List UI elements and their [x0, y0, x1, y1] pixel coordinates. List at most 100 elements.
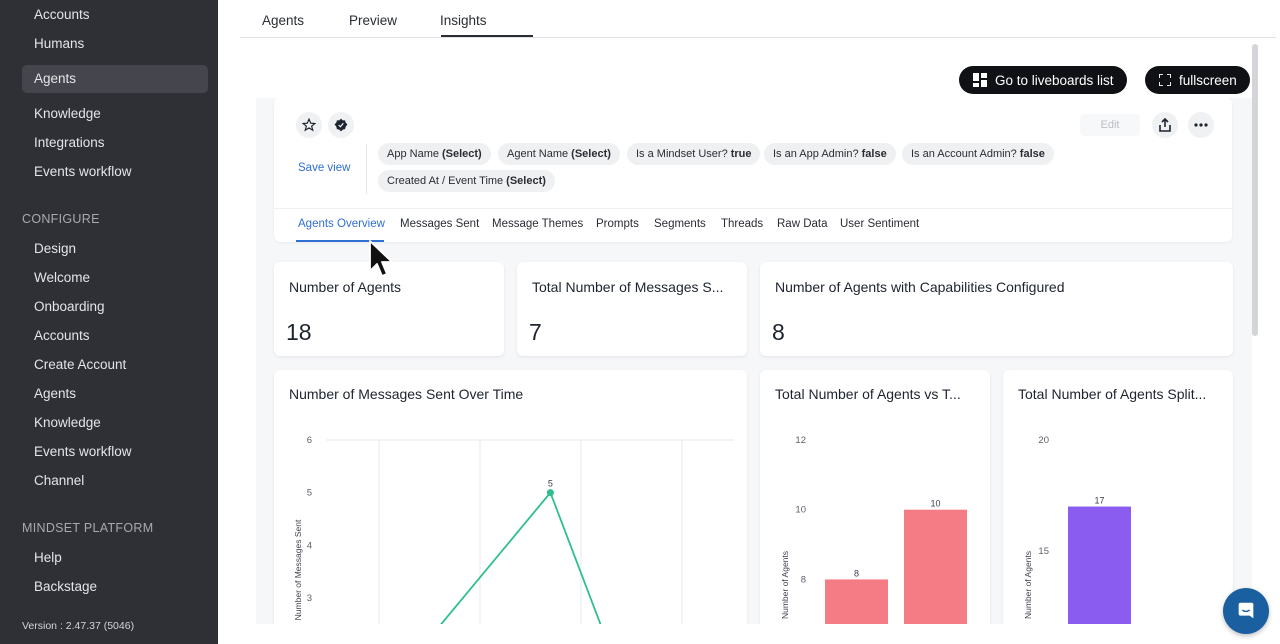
- kpi-card-agents-with-capabilities[interactable]: Number of Agents with Capabilities Confi…: [760, 262, 1233, 356]
- fullscreen-label: fullscreen: [1179, 72, 1237, 88]
- verified-button[interactable]: [328, 112, 354, 138]
- bar: [825, 579, 888, 624]
- star-icon: [302, 118, 316, 132]
- more-options-button[interactable]: [1188, 112, 1214, 138]
- subtab-threads[interactable]: Threads: [721, 218, 763, 230]
- filter-chip-app-name[interactable]: App Name (Select): [378, 143, 491, 165]
- chart-card-messages-over-time[interactable]: Number of Messages Sent Over Time 6 5 4 3 Nu…: [274, 370, 747, 624]
- sidebar-section-platform: MINDSET PLATFORM: [22, 521, 154, 535]
- tab-preview[interactable]: Preview: [349, 13, 397, 28]
- sidebar-item-integrations[interactable]: Integrations: [34, 135, 105, 150]
- sidebar-item-design[interactable]: Design: [34, 241, 76, 256]
- liveboard-grid-icon: [973, 73, 987, 87]
- kpi-title: Total Number of Messages S...: [532, 279, 724, 295]
- bar: [904, 509, 967, 624]
- go-to-liveboards-label: Go to liveboards list: [995, 72, 1114, 88]
- y-tick-label: 8: [801, 574, 806, 585]
- filter-chip-value: (Select): [506, 175, 546, 187]
- kpi-value: 8: [772, 319, 785, 345]
- verified-badge-icon: [334, 118, 348, 132]
- sidebar-item-welcome[interactable]: Welcome: [34, 270, 90, 285]
- top-tab-bar: Agents Preview Insights: [240, 0, 1276, 38]
- kpi-card-total-messages[interactable]: Total Number of Messages S... 7: [517, 262, 747, 356]
- sidebar-item-config-accounts[interactable]: Accounts: [34, 328, 90, 343]
- sidebar-item-config-agents[interactable]: Agents: [34, 386, 76, 401]
- sidebar-item-agents[interactable]: Agents: [34, 71, 76, 86]
- sidebar-item-onboarding[interactable]: Onboarding: [34, 299, 105, 314]
- go-to-liveboards-button[interactable]: Go to liveboards list: [959, 66, 1127, 94]
- filter-chip-created-at[interactable]: Created At / Event Time (Select): [378, 170, 555, 192]
- filter-chip-value: false: [861, 148, 887, 160]
- y-tick-label: 4: [307, 540, 312, 551]
- y-axis-label: Number of Agents: [780, 551, 790, 619]
- sidebar-item-backstage[interactable]: Backstage: [34, 579, 97, 594]
- favorite-button[interactable]: [296, 112, 322, 138]
- mouse-cursor-icon: [369, 240, 393, 277]
- filter-chip-label: Is an App Admin?: [773, 148, 859, 160]
- filter-chip-mindset-user[interactable]: Is a Mindset User? true: [627, 143, 761, 165]
- tab-insights[interactable]: Insights: [440, 13, 487, 28]
- data-label: 17: [1094, 496, 1104, 506]
- filter-chip-label: Agent Name: [507, 148, 569, 160]
- filter-chip-label: Is an Account Admin?: [911, 148, 1017, 160]
- sidebar-item-humans[interactable]: Humans: [34, 36, 84, 51]
- kpi-value: 7: [529, 319, 542, 345]
- kpi-title: Number of Agents: [289, 279, 402, 295]
- filter-chip-agent-name[interactable]: Agent Name (Select): [498, 143, 620, 165]
- sidebar-item-create-account[interactable]: Create Account: [34, 357, 126, 372]
- subtab-messages-sent[interactable]: Messages Sent: [400, 218, 479, 230]
- subtab-segments[interactable]: Segments: [654, 218, 706, 230]
- share-button[interactable]: [1152, 112, 1178, 138]
- chart-card-agents-split[interactable]: Total Number of Agents Split... 201510Nu…: [1003, 370, 1233, 624]
- chart-card-agents-vs[interactable]: Total Number of Agents vs T... 121086Num…: [760, 370, 990, 624]
- filter-chip-account-admin[interactable]: Is an Account Admin? false: [902, 143, 1054, 165]
- fullscreen-button[interactable]: fullscreen: [1145, 66, 1250, 94]
- filter-chip-value: false: [1019, 148, 1045, 160]
- line-chart-messages-over-time: 6 5 4 3 Number of Messages Sent 5: [293, 435, 734, 624]
- version-label: Version : 2.47.37 (5046): [22, 620, 135, 632]
- vertical-scrollbar[interactable]: [1252, 44, 1258, 336]
- sidebar-item-help[interactable]: Help: [34, 550, 62, 565]
- sidebar-item-channel[interactable]: Channel: [34, 473, 84, 488]
- sidebar-section-configure: CONFIGURE: [22, 212, 100, 226]
- header-separator: [274, 208, 1232, 209]
- data-point: [546, 489, 554, 497]
- y-tick-label: 10: [795, 505, 806, 516]
- header-divider: [366, 144, 367, 194]
- liveboard: Save view App Name (Select) Agent Name (Se…: [256, 98, 1252, 624]
- bar-chart-agents-split: 201510Number of Agents17: [1023, 435, 1131, 624]
- edit-button[interactable]: Edit: [1080, 114, 1140, 136]
- subtab-agents-overview[interactable]: Agents Overview: [298, 218, 385, 230]
- chat-bubble-icon: [1238, 602, 1254, 619]
- data-label: 5: [548, 479, 553, 489]
- subtab-message-themes[interactable]: Message Themes: [492, 218, 583, 230]
- sidebar: Accounts Humans Agents Knowledge Integra…: [0, 0, 218, 644]
- chat-launcher-button[interactable]: [1223, 588, 1269, 634]
- bar: [1068, 506, 1131, 624]
- filter-chip-app-admin[interactable]: Is an App Admin? false: [764, 143, 896, 165]
- y-tick-label: 3: [307, 593, 312, 604]
- more-horizontal-icon: [1194, 123, 1208, 127]
- main-panel: Agents Preview Insights Go to liveboards…: [218, 0, 1280, 644]
- filter-chip-value: (Select): [571, 148, 611, 160]
- filter-chip-label: App Name: [387, 148, 439, 160]
- filter-chip-value: (Select): [441, 148, 482, 160]
- kpi-title: Number of Agents with Capabilities Confi…: [775, 279, 1065, 295]
- sidebar-item-accounts[interactable]: Accounts: [34, 7, 90, 22]
- subtab-prompts[interactable]: Prompts: [596, 218, 639, 230]
- y-tick-label: 6: [307, 435, 312, 446]
- sidebar-item-events-workflow[interactable]: Events workflow: [34, 164, 132, 179]
- sidebar-item-knowledge[interactable]: Knowledge: [34, 106, 101, 121]
- y-axis-label: Number of Messages Sent: [293, 519, 303, 620]
- tab-agents[interactable]: Agents: [262, 13, 304, 28]
- share-icon: [1159, 118, 1171, 132]
- subtab-raw-data[interactable]: Raw Data: [777, 218, 828, 230]
- sidebar-item-config-events-workflow[interactable]: Events workflow: [34, 444, 132, 459]
- subtab-user-sentiment[interactable]: User Sentiment: [840, 218, 919, 230]
- y-tick-label: 12: [795, 435, 806, 446]
- kpi-value: 18: [286, 319, 312, 345]
- filter-chip-label: Created At / Event Time: [387, 175, 504, 187]
- save-view-link[interactable]: Save view: [298, 162, 350, 174]
- y-tick-label: 20: [1038, 435, 1049, 446]
- sidebar-item-config-knowledge[interactable]: Knowledge: [34, 415, 101, 430]
